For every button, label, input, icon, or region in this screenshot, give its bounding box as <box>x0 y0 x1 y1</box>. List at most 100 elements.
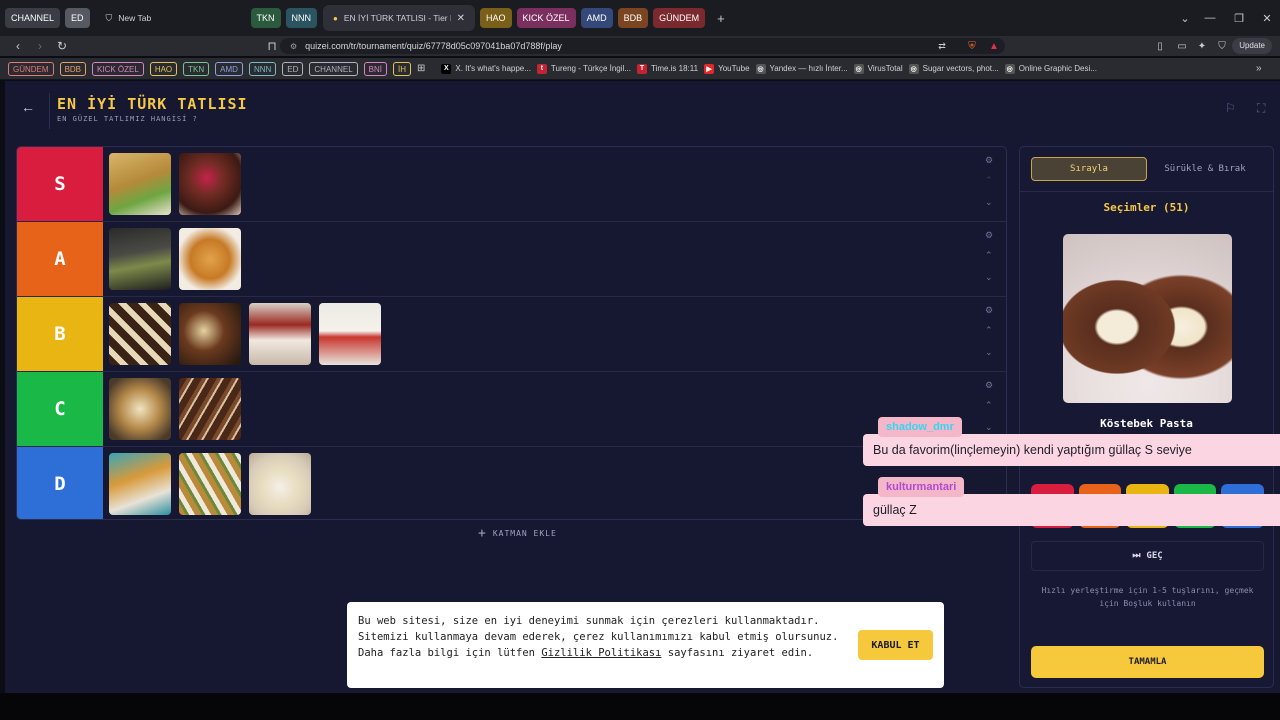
tier-item-sutlac[interactable] <box>109 378 171 440</box>
row-settings-icon[interactable]: ⚙ <box>985 380 993 391</box>
bookmark-group-nnn[interactable]: NNN <box>248 61 277 76</box>
bookmark-group-amd[interactable]: AMD <box>215 61 243 76</box>
tier-item-gullac[interactable] <box>249 453 311 515</box>
bookmark-group-bni[interactable]: BNİ <box>363 61 387 76</box>
tier-label-c[interactable]: C <box>17 372 103 446</box>
tier-label-d[interactable]: D <box>17 447 103 519</box>
tier-item-ekler[interactable] <box>109 303 171 365</box>
bookmark-group-hao[interactable]: HAO <box>149 61 178 76</box>
tier-row-b[interactable]: B ⚙ ⌃ ⌄ <box>17 297 1006 372</box>
brave-shield-icon[interactable]: ⛨ <box>962 36 982 56</box>
tier-item-profiterol[interactable] <box>179 303 241 365</box>
tab-active-quiz[interactable]: ● EN İYİ TÜRK TATLISI - Tier List, Kı ✕ <box>323 5 476 31</box>
bookmark-x[interactable]: X X. It's what's happe... <box>441 63 531 74</box>
add-layer-button[interactable]: + KATMAN EKLE <box>478 526 557 541</box>
bookmark-tureng[interactable]: t Tureng - Türkçe İngil... <box>536 63 631 74</box>
bookmark-time-is[interactable]: T Time.is 18:11 <box>636 63 698 74</box>
move-down-icon[interactable]: ⌄ <box>985 347 993 358</box>
tier-row-d[interactable]: D <box>17 447 1006 519</box>
tab-group-tkn[interactable]: TKN <box>250 8 281 28</box>
tier-label-s[interactable]: S <box>17 147 103 221</box>
bookmark-youtube[interactable]: ▶ YouTube <box>704 63 750 74</box>
tier-item-mozaik-pasta[interactable] <box>179 378 241 440</box>
tab-group-amd[interactable]: AMD <box>580 8 613 28</box>
tier-item-fistikli[interactable] <box>109 228 171 290</box>
tier-row-c[interactable]: C ⚙ ⌃ ⌄ <box>17 372 1006 447</box>
tab-group-hao[interactable]: HAO <box>480 8 512 28</box>
bookmark-group-channel[interactable]: CHANNEL <box>309 61 358 76</box>
accept-cookies-button[interactable]: KABUL ET <box>858 630 933 660</box>
bookmark-online-graphic[interactable]: ◎ Online Graphic Desi... <box>1004 63 1097 74</box>
bookmark-sugar-vectors[interactable]: ◎ Sugar vectors, phot... <box>908 63 999 74</box>
back-arrow-icon[interactable]: ← <box>21 99 35 115</box>
bookmark-group-bdb[interactable]: BDB <box>59 61 87 76</box>
tab-group-bdb[interactable]: BDB <box>617 8 649 28</box>
close-window-icon[interactable]: ✕ <box>1252 0 1280 36</box>
site-info-icon[interactable]: ⚙ <box>290 42 297 51</box>
translate-icon[interactable]: ⇄ <box>932 36 952 56</box>
bookmark-yandex[interactable]: ◎ Yandex — hızlı İnter... <box>755 63 848 74</box>
move-down-icon[interactable]: ⌄ <box>985 197 993 208</box>
restore-icon[interactable]: ❐ <box>1224 0 1254 36</box>
row-settings-icon[interactable]: ⚙ <box>985 230 993 241</box>
bookmark-group-gundem[interactable]: GÜNDEM <box>8 61 54 76</box>
x-logo-icon: X <box>441 63 452 74</box>
tier-item-sobiyet[interactable] <box>179 453 241 515</box>
youtube-icon: ▶ <box>704 63 715 74</box>
tier-label-a[interactable]: A <box>17 222 103 296</box>
tier-item-asure[interactable] <box>179 153 241 215</box>
privacy-policy-link[interactable]: Gizlilik Politikası <box>541 647 661 659</box>
tier-item-baklava[interactable] <box>109 153 171 215</box>
browser-tab-bar: CHANNEL ED ⛉ New Tab TKN NNN ● EN İYİ TÜ… <box>0 0 1280 36</box>
flag-icon[interactable]: ⚐ <box>1225 101 1236 115</box>
bookmark-group-ih[interactable]: İH <box>392 61 411 76</box>
tab-group-channel[interactable]: CHANNEL <box>5 8 61 28</box>
tier-row-a[interactable]: A ⚙ ⌃ ⌄ <box>17 222 1006 297</box>
row-settings-icon[interactable]: ⚙ <box>985 305 993 316</box>
bookmark-group-ed[interactable]: ED <box>282 61 304 76</box>
fullscreen-icon[interactable]: ⛶ <box>1257 101 1265 116</box>
tab-group-ed[interactable]: ED <box>65 8 90 28</box>
new-tab-icon[interactable]: + <box>717 11 725 26</box>
minimize-icon[interactable]: — <box>1195 0 1225 36</box>
move-down-icon[interactable]: ⌄ <box>985 422 993 433</box>
bookmark-group-kick-ozel[interactable]: KICK ÖZEL <box>92 61 144 76</box>
tier-item-tavuk-gogsu[interactable] <box>319 303 381 365</box>
tier-label-b[interactable]: B <box>17 297 103 371</box>
tab-new-tab[interactable]: ⛉ New Tab <box>96 5 246 31</box>
divider <box>49 93 50 129</box>
move-up-icon[interactable]: ⌃ <box>985 250 993 261</box>
tab-group-kick-ozel[interactable]: KICK ÖZEL <box>516 8 576 28</box>
bookmark-icon[interactable]: ⊓ <box>262 36 282 56</box>
back-icon[interactable]: ‹ <box>8 36 28 56</box>
mode-drag-drop-button[interactable]: Sürükle & Bırak <box>1147 157 1263 181</box>
tab-group-nnn[interactable]: NNN <box>285 8 318 28</box>
rewards-icon[interactable]: ▲ <box>984 36 1004 56</box>
tier-row-s[interactable]: S ⚙ ⌃ ⌄ <box>17 147 1006 222</box>
move-down-icon[interactable]: ⌄ <box>985 272 993 283</box>
reload-icon[interactable]: ↻ <box>52 36 72 56</box>
forward-icon[interactable]: › <box>30 36 50 56</box>
skip-button[interactable]: ⏭ GEÇ <box>1031 541 1264 571</box>
finish-button[interactable]: TAMAMLA <box>1031 646 1264 678</box>
close-tab-icon[interactable]: ✕ <box>457 13 465 24</box>
tier-item-kunefe[interactable] <box>249 303 311 365</box>
tier-item-kunefe-2[interactable] <box>109 453 171 515</box>
tier-item-kadayif[interactable] <box>179 228 241 290</box>
vpn-icon[interactable]: ⛉ <box>1212 36 1232 56</box>
tab-group-gundem[interactable]: GÜNDEM <box>653 8 706 28</box>
extensions-icon[interactable]: ✦ <box>1192 36 1212 56</box>
url-field[interactable]: ⚙ quizei.com/tr/tournament/quiz/67778d05… <box>280 38 1005 54</box>
sidebar-icon[interactable]: ▯ <box>1150 36 1170 56</box>
bookmarks-overflow-icon[interactable]: » <box>1256 63 1262 74</box>
row-settings-icon[interactable]: ⚙ <box>985 155 993 166</box>
move-up-icon[interactable]: ⌃ <box>985 400 993 411</box>
bookmark-group-tkn[interactable]: TKN <box>183 61 210 76</box>
wallet-icon[interactable]: ▭ <box>1172 36 1192 56</box>
apps-grid-icon[interactable]: ⊞ <box>417 63 425 74</box>
bookmark-virustotal[interactable]: ◎ VirusTotal <box>853 63 903 74</box>
mode-sequential-button[interactable]: Sırayla <box>1031 157 1147 181</box>
move-up-icon[interactable]: ⌃ <box>985 175 993 186</box>
update-button[interactable]: Update <box>1232 38 1272 54</box>
move-up-icon[interactable]: ⌃ <box>985 325 993 336</box>
